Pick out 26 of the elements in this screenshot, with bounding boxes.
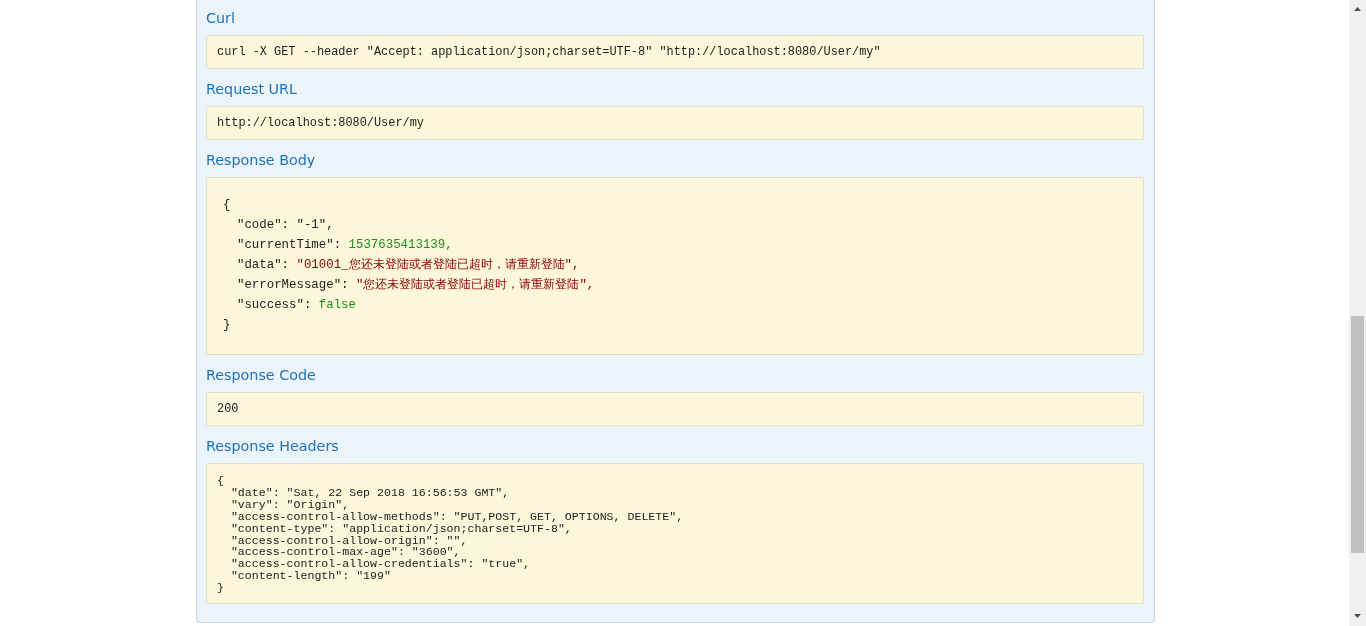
scrollbar[interactable] xyxy=(1349,0,1366,626)
code-text: 200 xyxy=(217,401,239,418)
section-heading: Curl xyxy=(206,9,235,28)
code-line: "access-control-max-age": "3600", xyxy=(229,546,461,559)
code-line: } xyxy=(217,582,224,595)
code-text: http://localhost:8080/User/my xyxy=(217,115,424,132)
code-line: } xyxy=(223,317,231,334)
code-line: "content-length": "199" xyxy=(229,570,391,583)
code-line: "errorMessage": "您还未登陆或者登陆已超时，请重新登陆", xyxy=(236,277,595,294)
section-heading: Response Headers xyxy=(206,437,339,456)
code-line: { xyxy=(217,475,224,487)
section-heading: Response Body xyxy=(206,151,316,170)
code-line: "access-control-allow-methods": "PUT,POST, GET, OPTIONS, DELETE", xyxy=(229,510,684,523)
code-line: "code": "-1", xyxy=(236,217,334,234)
code-line: "vary": "Origin", xyxy=(229,498,350,511)
code-line: "access-control-allow-origin": "", xyxy=(229,534,468,547)
code-line: "content-type": "application/json;charset=UTF-8", xyxy=(229,522,572,535)
code-line: "date": "Sat, 22 Sep 2018 16:56:53 GMT", xyxy=(229,486,510,499)
code-line: "success": false xyxy=(236,297,356,314)
code-line: "data": "01001_您还未登陆或者登陆已超时，请重新登陆", xyxy=(236,257,580,274)
code-line: "currentTime": 1537635413139, xyxy=(236,237,453,254)
code-text: curl -X GET --header "Accept: application/json;charset=UTF-8" "http://localhost:8080/User/my" xyxy=(217,44,881,61)
code-line: "access-control-allow-credentials": "true", xyxy=(229,558,531,571)
code-line: { xyxy=(223,197,231,214)
section-heading: Request URL xyxy=(206,80,297,99)
section-heading: Response Code xyxy=(206,366,316,385)
